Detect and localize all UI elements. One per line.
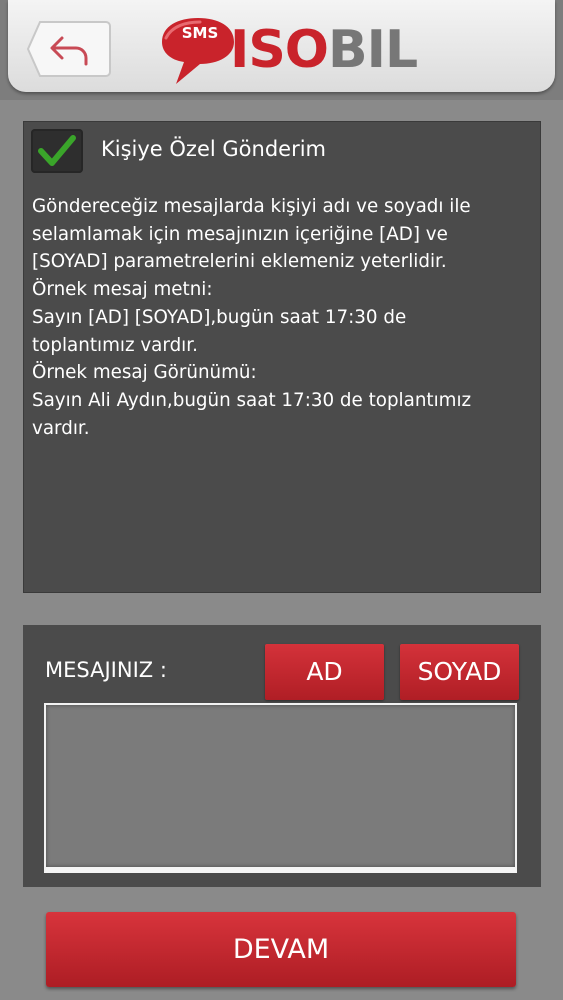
message-panel: MESAJINIZ : AD SOYAD: [23, 625, 541, 887]
info-line: Sayın [AD] [SOYAD],bugün saat 17:30 de: [32, 306, 407, 328]
info-line: selamlamak için mesajınızın içeriğine [A…: [32, 223, 448, 245]
insert-ad-button[interactable]: AD: [265, 644, 384, 700]
info-line: [SOYAD] parametrelerini eklemeniz yeterl…: [32, 251, 447, 273]
message-textarea[interactable]: [44, 703, 517, 873]
personalized-send-checkbox[interactable]: [31, 129, 83, 173]
insert-soyad-button[interactable]: SOYAD: [400, 644, 519, 700]
continue-button[interactable]: DEVAM: [46, 912, 516, 987]
message-label: MESAJINIZ :: [45, 658, 167, 682]
logo-wordmark: ISOBIL: [230, 20, 418, 80]
checkbox-label: Kişiye Özel Gönderim: [101, 137, 326, 161]
info-line: Örnek mesaj Görünümü:: [32, 362, 257, 384]
logo-text-gray: BIL: [328, 20, 418, 80]
info-line: Göndereceğiz mesajlarda kişiyi adı ve so…: [32, 196, 471, 217]
back-button[interactable]: [26, 18, 112, 80]
info-panel: Kişiye Özel Gönderim Göndereceğiz mesajl…: [23, 121, 541, 593]
back-arrow-icon: [26, 21, 111, 77]
info-description: Göndereceğiz mesajlarda kişiyi adı ve so…: [32, 193, 532, 442]
isobil-logo: SMS ISOBIL: [148, 6, 448, 88]
header-bar: SMS ISOBIL: [8, 0, 555, 92]
info-line: Sayın Ali Aydın,bugün saat 17:30 de topl…: [32, 389, 472, 411]
logo-sms-badge: SMS: [181, 24, 219, 42]
info-line: toplantımız vardır.: [32, 334, 198, 356]
app-header: SMS ISOBIL: [0, 0, 563, 100]
info-line: Örnek mesaj metni:: [32, 279, 213, 301]
logo-text-red: ISO: [230, 20, 329, 80]
checkmark-icon: [38, 135, 76, 166]
info-line: vardır.: [32, 417, 90, 439]
